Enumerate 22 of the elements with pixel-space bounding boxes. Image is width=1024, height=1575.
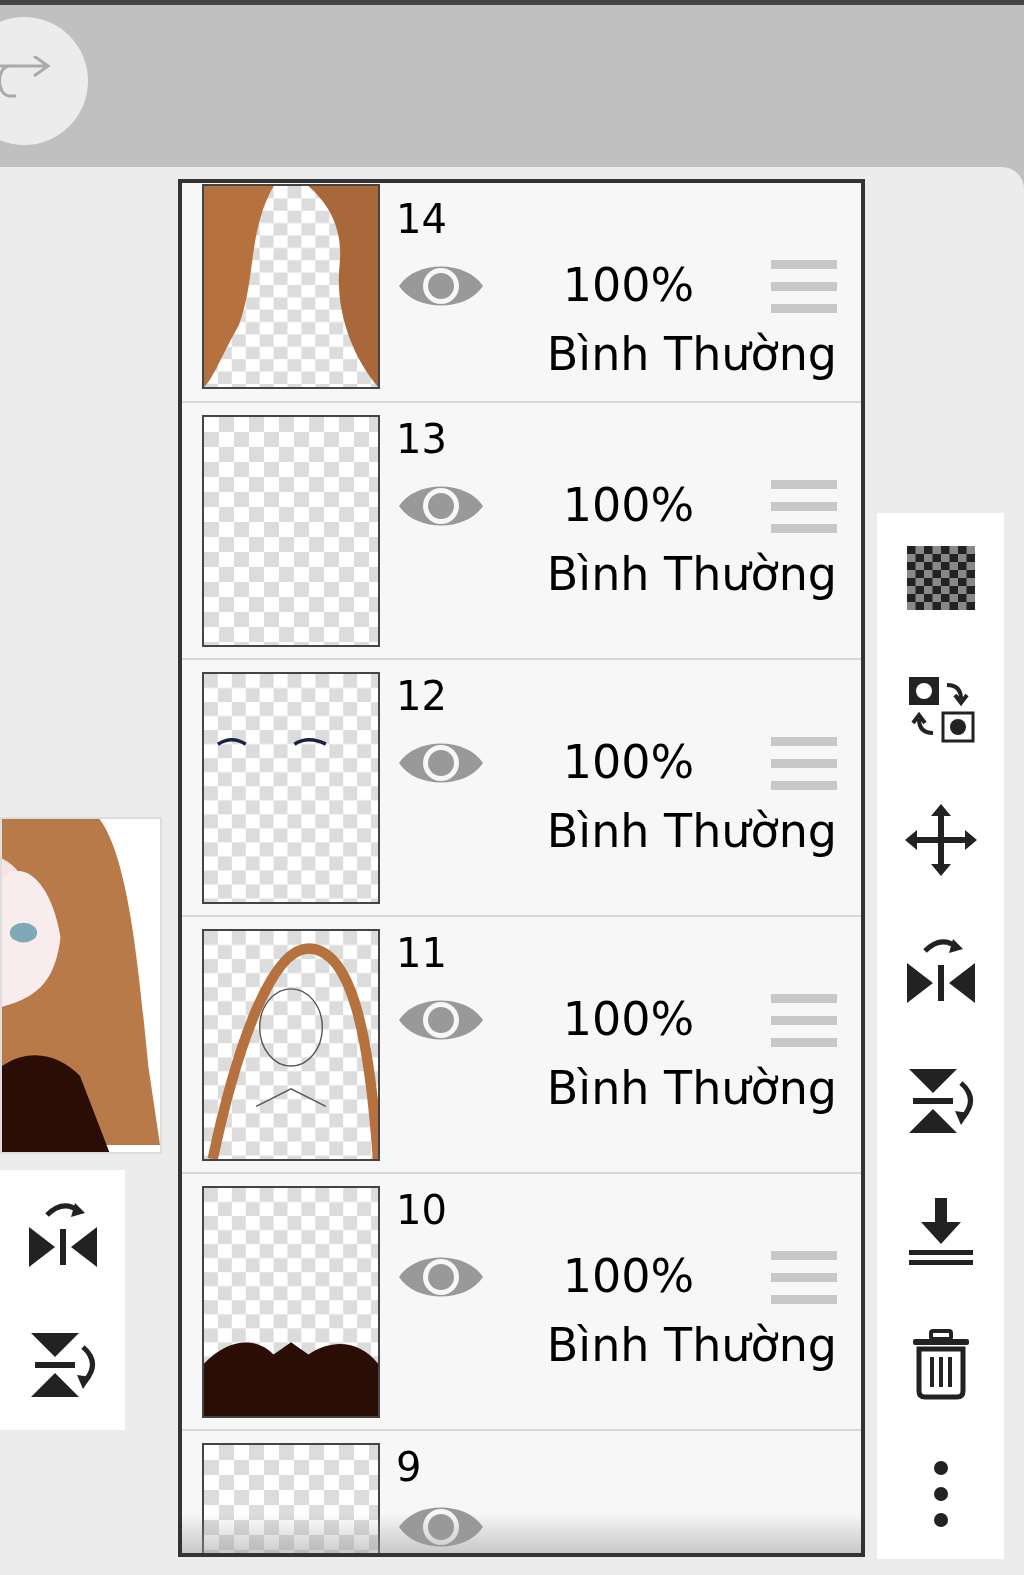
opacity-value[interactable]: 100% [562, 1242, 695, 1311]
drag-handle-icon[interactable] [771, 734, 837, 791]
layer-number: 13 [396, 415, 447, 463]
layer-number: 14 [396, 195, 447, 243]
layer-number: 12 [396, 672, 447, 720]
blend-mode[interactable]: Bình Thường [546, 320, 837, 389]
blend-mode[interactable]: Bình Thường [546, 1311, 837, 1380]
opacity-value[interactable]: 100% [562, 728, 695, 797]
blend-mode[interactable]: Bình Thường [546, 1054, 837, 1123]
layer-number: 11 [396, 929, 447, 977]
opacity-value[interactable]: 100% [562, 251, 695, 320]
layer-row[interactable]: 14 100% Bình Thường [182, 183, 861, 403]
drag-handle-icon[interactable] [771, 1248, 837, 1305]
blend-mode[interactable]: Bình Thường [546, 797, 837, 866]
opacity-value[interactable]: 100% [562, 985, 695, 1054]
layer-number: 10 [396, 1186, 447, 1234]
blend-mode[interactable]: Bình Thường [546, 540, 837, 609]
opacity-value[interactable]: 100% [562, 471, 695, 540]
drag-handle-icon[interactable] [771, 991, 837, 1048]
drag-handle-icon[interactable] [771, 477, 837, 534]
layer-number: 9 [396, 1443, 422, 1491]
drag-handle-icon[interactable] [771, 257, 837, 314]
